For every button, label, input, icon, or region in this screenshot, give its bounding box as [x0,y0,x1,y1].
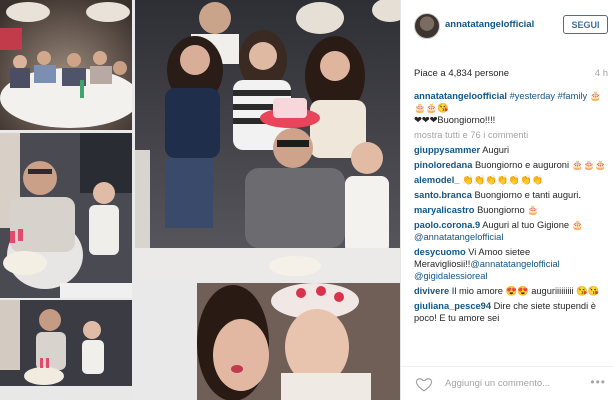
comment-text: Auguri [482,145,510,155]
comment-username[interactable]: pinoloredana [414,160,472,170]
comment-tag-link[interactable]: @annatatangelofficial [414,232,503,242]
comment-item: pinoloredana Buongiorno e auguroni 🎂🎂🎂 [414,159,608,171]
comment-username[interactable]: maryalicastro [414,205,474,215]
dinner-table-photo [0,0,132,130]
post-image[interactable]: dinner-table-photo [0,0,400,400]
comment-text: Buongiorno 🎂 [477,205,539,215]
post-meta: Piace a 4,834 persone 4 h [414,68,608,79]
comment-tag-link[interactable]: #yesterday [510,91,555,101]
man-and-child-cake-photo [0,133,132,298]
comment-text: Auguri al tuo Gigione 🎂 [482,220,584,230]
more-options-button[interactable]: ••• [590,375,606,389]
comment-item: maryalicastro Buongiorno 🎂 [414,204,608,216]
comment-username[interactable]: giuliana_pesce94 [414,301,491,311]
comment-username[interactable]: desycuomo [414,247,466,257]
comment-username[interactable]: annatatangeloofficial [414,91,507,101]
avatar[interactable] [414,13,440,39]
comment-text: Buongiorno e tanti auguri. [474,190,581,200]
heart-icon[interactable] [415,375,433,393]
add-comment-input[interactable]: Aggiungi un commento... [445,378,550,389]
comment-text: 👏👏👏👏👏👏👏 [462,175,544,185]
woman-and-child-selfie-photo [197,283,400,400]
man-and-child-cake-photo-2 [0,300,132,400]
comment-text: Il mio amore 😍😍 auguriiiiiiiii 😘😘 [451,286,600,296]
comment-username[interactable]: divivere [414,286,449,296]
comment-item: santo.branca Buongiorno e tanti auguri. [414,189,608,201]
follow-button[interactable]: SEGUI [563,15,608,34]
comment-tag-link[interactable]: @gigidalessioreal [414,271,488,281]
comment-username[interactable]: santo.branca [414,190,472,200]
likes-count[interactable]: Piace a 4,834 persone [414,68,509,79]
comment-item: giuliana_pesce94 Dire che siete stupendi… [414,300,608,324]
comment-item: desycuomo Vi Amoo sietee Meravigliosii!!… [414,246,608,282]
post-sidebar: annatatangelofficial SEGUI Piace a 4,834… [400,0,613,400]
comment-item: annatatangeloofficial #yesterday #family… [414,90,608,126]
show-all-comments-text[interactable]: mostra tutti e 76 i commenti [414,130,528,140]
comment-item: paolo.corona.9 Auguri al tuo Gigione 🎂 @… [414,219,608,243]
comment-text: Buongiorno e auguroni 🎂🎂🎂 [474,160,607,170]
username-link[interactable]: annatatangelofficial [445,19,534,30]
family-group-photo [135,0,400,280]
comment-username[interactable]: paolo.corona.9 [414,220,480,230]
comment-username[interactable]: alemodel_ [414,175,459,185]
post-time[interactable]: 4 h [595,68,608,79]
comments-list: annatatangeloofficial #yesterday #family… [414,90,608,327]
post-header: annatatangelofficial SEGUI [401,0,613,50]
comment-username[interactable]: giuppysammer [414,145,480,155]
comment-item: alemodel_ 👏👏👏👏👏👏👏 [414,174,608,186]
comment-item: giuppysammer Auguri [414,144,608,156]
comment-tag-link[interactable]: @annatatangelofficial [470,259,559,269]
comment-bar: Aggiungi un commento... ••• [401,366,613,401]
comment-tag-link[interactable]: #family [558,91,587,101]
comment-text: ❤❤❤Buongiorno!!!! [414,115,496,125]
comment-item: divivere Il mio amore 😍😍 auguriiiiiiiii … [414,285,608,297]
show-all-comments-link[interactable]: mostra tutti e 76 i commenti [414,129,608,141]
